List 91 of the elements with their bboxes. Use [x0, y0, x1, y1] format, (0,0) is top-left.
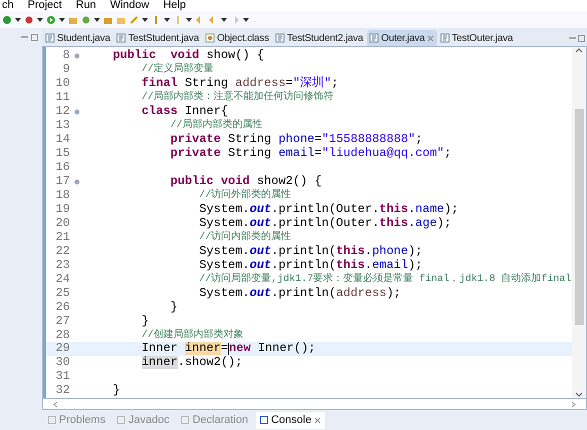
line-number: 29 — [54, 342, 70, 356]
editor-tab[interactable]: Object.class — [202, 30, 272, 46]
menu-item[interactable]: ch — [2, 0, 14, 11]
code-line: //访问局部变量,jdk1.7要求：变量必须是常量 final，jdk1.8 自动添加final — [198, 272, 572, 286]
java-file-icon — [116, 33, 126, 43]
horizontal-scrollbar[interactable] — [42, 399, 587, 410]
dropdown-caret-icon[interactable] — [142, 18, 148, 22]
minimize-icon[interactable] — [569, 35, 576, 42]
java-file-icon — [369, 33, 380, 43]
line-number: 32 — [54, 384, 70, 398]
view-icon — [48, 416, 56, 424]
scrollbar-thumb[interactable] — [574, 109, 584, 325]
dropdown-caret-icon[interactable] — [164, 18, 170, 22]
close-icon[interactable] — [314, 416, 322, 424]
minimize-icon[interactable] — [21, 34, 28, 40]
code-line: } — [140, 314, 149, 328]
code-line: final String address="深圳"; — [140, 77, 338, 90]
java-file-icon — [440, 33, 450, 43]
code-line: System.out.println(this.email); — [198, 258, 422, 272]
code-line: public void show() { — [112, 49, 264, 62]
line-number: 25 — [54, 286, 70, 300]
view-tab[interactable]: Console — [256, 412, 326, 428]
code-line: System.out.println(address); — [198, 286, 401, 300]
fold-icon[interactable] — [74, 108, 80, 115]
line-number: 19 — [54, 202, 70, 216]
line-number: 8 — [62, 49, 70, 62]
code-line: private String email="liudehua@qq.com"; — [169, 147, 452, 160]
vertical-scrollbar[interactable] — [572, 47, 586, 398]
menu-item[interactable]: Project — [28, 0, 62, 11]
code-line: //创建局部内部类对象 — [140, 328, 244, 342]
line-number: 22 — [54, 244, 70, 258]
code-line: //定义局部变量 — [140, 63, 214, 76]
code-line: public void show2() { — [169, 175, 322, 188]
line-number: 13 — [54, 119, 70, 132]
line-number: 17 — [54, 175, 70, 188]
code-line: System.out.println(Outer.this.age); — [198, 216, 452, 230]
code-line: inner.show2(); — [140, 356, 242, 370]
line-number: 9 — [62, 63, 70, 76]
view-icon — [117, 416, 126, 424]
line-number: 28 — [54, 328, 70, 342]
code-line: private String phone="15588888888"; — [169, 133, 423, 146]
line-number: 30 — [54, 356, 70, 370]
line-number: 31 — [54, 370, 70, 384]
code-line: //局部内部类：注意不能加任何访问修饰符 — [140, 91, 334, 104]
maximize-icon[interactable] — [578, 35, 585, 42]
code-line: System.out.println(this.phone); — [198, 244, 422, 258]
code-line: class Inner{ — [140, 105, 228, 118]
view-icon — [181, 416, 190, 424]
menu-item[interactable]: Run — [76, 0, 96, 11]
line-number: 24 — [54, 272, 70, 286]
line-number: 20 — [54, 216, 70, 230]
maximize-icon[interactable] — [31, 34, 38, 40]
code-line: //访问外部类的属性 — [198, 189, 292, 202]
line-number: 27 — [54, 314, 70, 328]
code-line: System.out.println(Outer.this.name); — [198, 202, 459, 216]
class-file-icon — [204, 33, 215, 43]
line-number: 15 — [54, 147, 70, 160]
line-number: 12 — [54, 105, 70, 118]
editor-tab[interactable]: TestStudent2.java — [273, 30, 366, 46]
line-number: 16 — [54, 161, 70, 174]
close-icon[interactable] — [426, 34, 434, 42]
line-number: 26 — [54, 300, 70, 314]
editor-tab[interactable]: TestOuter.java — [438, 30, 516, 46]
menu-item[interactable]: Help — [163, 0, 186, 11]
line-number: 23 — [54, 258, 70, 272]
menu-item[interactable]: Window — [110, 0, 150, 11]
code-line: } — [112, 384, 120, 398]
editor-tab[interactable]: Outer.java — [367, 30, 437, 46]
dropdown-caret-icon[interactable] — [221, 18, 227, 22]
view-icon — [260, 416, 268, 424]
line-number: 11 — [54, 91, 70, 104]
dropdown-caret-icon[interactable] — [186, 18, 192, 22]
dropdown-caret-icon[interactable] — [37, 18, 43, 22]
dropdown-caret-icon[interactable] — [59, 18, 65, 22]
editor-tab[interactable]: TestStudent.java — [114, 30, 202, 46]
java-file-icon — [45, 33, 55, 43]
dropdown-caret-icon[interactable] — [15, 18, 21, 22]
code-line: //局部内部类的属性 — [169, 119, 262, 132]
line-number: 18 — [54, 189, 70, 202]
code-line: //访问内部类的属性 — [198, 230, 292, 244]
line-number: 10 — [54, 77, 70, 90]
fold-icon[interactable] — [74, 178, 80, 185]
editor-tab[interactable]: Student.java — [43, 30, 114, 46]
code-line: } — [169, 300, 178, 314]
dropdown-caret-icon[interactable] — [94, 18, 100, 22]
fold-icon[interactable] — [74, 52, 80, 59]
code-line: Inner inner=new Inner(); — [140, 342, 316, 356]
line-number: 21 — [54, 230, 70, 244]
dropdown-caret-icon[interactable] — [243, 18, 249, 22]
java-file-icon — [275, 33, 286, 43]
line-number: 14 — [54, 133, 70, 146]
